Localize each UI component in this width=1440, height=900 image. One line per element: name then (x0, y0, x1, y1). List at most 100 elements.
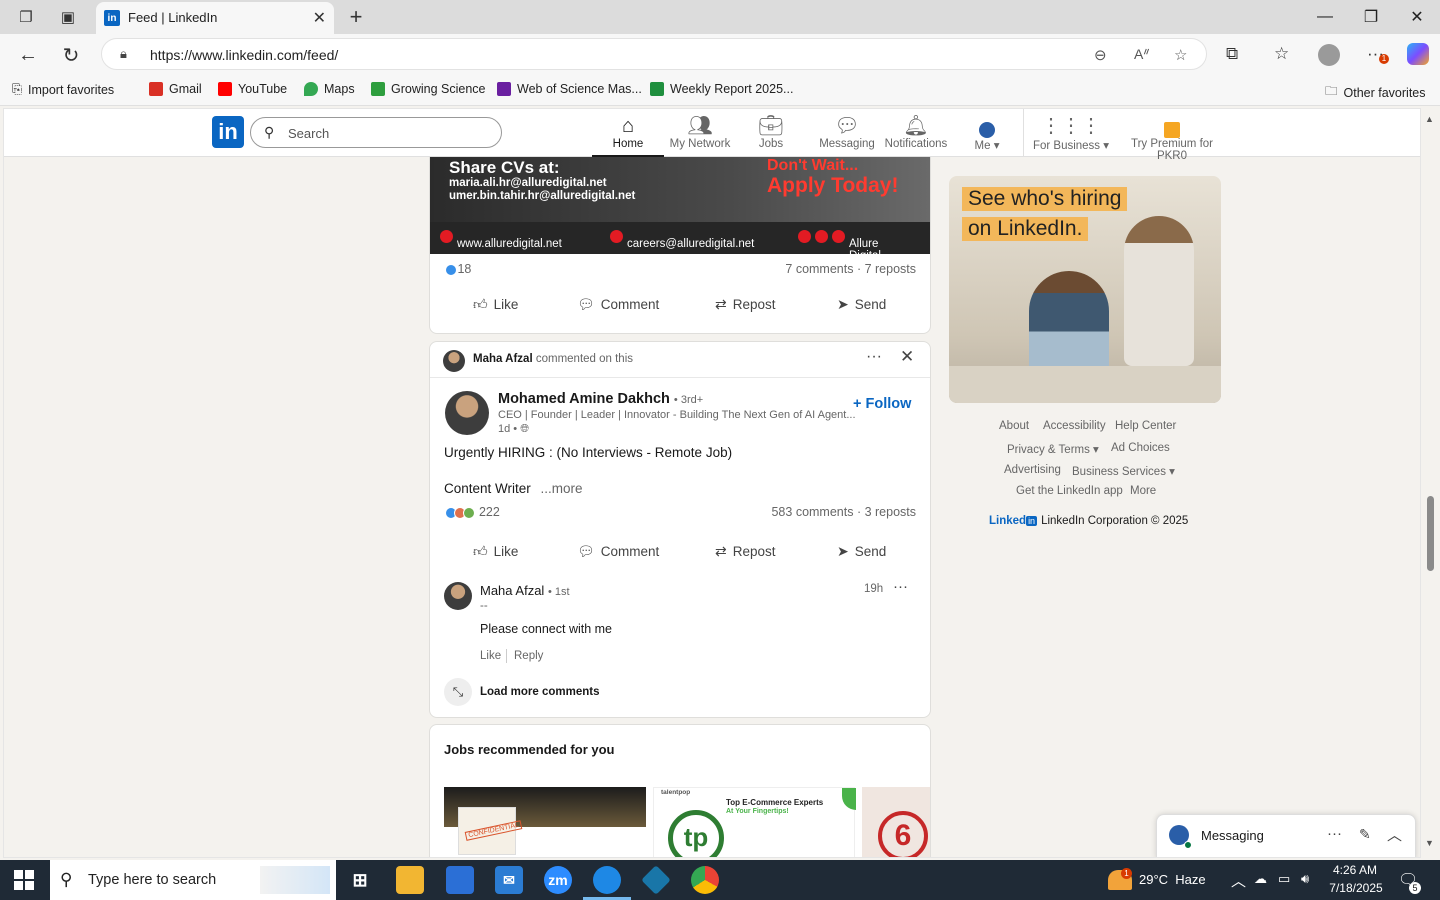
network-tray-icon[interactable]: ☁ (1254, 871, 1267, 887)
back-icon[interactable]: ← (15, 42, 41, 68)
like-button[interactable]: 👍︎ Like (473, 296, 518, 313)
minimize-icon[interactable]: — (1310, 5, 1340, 29)
workspaces-icon[interactable]: ❐ (16, 7, 36, 27)
weather-temp[interactable]: 29°C Haze (1139, 872, 1206, 887)
zoom-icon[interactable]: ⊖ (1094, 46, 1107, 64)
nav-for-business[interactable]: ⋮⋮⋮ For Business ▾ (1032, 112, 1110, 157)
windows-start-icon[interactable] (14, 870, 34, 890)
nav-my-network[interactable]: 👥︎ My Network (666, 112, 734, 157)
author-name[interactable]: Mohamed Amine Dakhch • 3rd+ (498, 391, 703, 407)
favorite-maps[interactable]: Maps (304, 82, 355, 96)
nav-notifications[interactable]: 🔔︎ Notifications (882, 112, 950, 157)
app-diamond-icon[interactable] (641, 865, 671, 895)
more-options-icon[interactable]: ··· (866, 348, 882, 366)
comment-avatar[interactable] (444, 582, 472, 610)
compose-icon[interactable]: ✎ (1359, 826, 1371, 843)
chevron-up-icon[interactable]: ︿ (1231, 870, 1246, 891)
nav-home[interactable]: ⌂ Home (592, 112, 664, 157)
address-bar[interactable]: 🔒︎ https://www.linkedin.com/feed/ ⊖ Aᐥ ☆ (101, 38, 1207, 70)
wifi-icon[interactable]: ▭ (1278, 871, 1290, 887)
tab-actions-icon[interactable]: ▣ (58, 7, 78, 27)
clock-time[interactable]: 4:26 AM (1330, 863, 1380, 877)
footer-advertising[interactable]: Advertising (1004, 464, 1061, 476)
favorites-icon[interactable]: ☆ (1274, 44, 1289, 64)
read-aloud-icon[interactable]: Aᐥ (1134, 46, 1150, 63)
tab-linkedin-feed[interactable]: in Feed | LinkedIn ✕ (96, 2, 334, 34)
favorite-star-icon[interactable]: ☆ (1174, 46, 1187, 64)
footer-help-center[interactable]: Help Center (1115, 420, 1176, 432)
scroll-up-icon[interactable]: ▲ (1425, 114, 1434, 124)
favorite-youtube[interactable]: YouTube (218, 82, 287, 96)
post-image[interactable]: Share CVs at: maria.ali.hr@alluredigital… (430, 150, 930, 254)
volume-icon[interactable]: 🔊︎ (1301, 871, 1309, 887)
post-stats[interactable]: 7 comments · 7 reposts (785, 262, 916, 276)
scrollbar-thumb[interactable] (1427, 496, 1434, 571)
follow-button[interactable]: + Follow (853, 396, 911, 412)
close-window-icon[interactable]: ✕ (1402, 5, 1432, 29)
search-input[interactable]: ⚲ Search (250, 117, 502, 148)
comment-button[interactable]: 💬︎ Comment (577, 543, 659, 560)
nav-premium[interactable]: Try Premium for PKR0 (1116, 112, 1228, 162)
job-card-2[interactable]: talentpop Top E-Commerce Experts At Your… (653, 787, 856, 857)
new-tab-icon[interactable]: + (346, 4, 366, 29)
reactions-count[interactable]: 18 (445, 262, 471, 276)
file-explorer-icon[interactable] (396, 866, 424, 894)
chevron-up-icon[interactable]: ︿ (1387, 824, 1402, 845)
load-more-comments[interactable]: Load more comments (480, 686, 600, 698)
nav-messaging[interactable]: 💬︎ Messaging (812, 112, 882, 157)
profile-avatar[interactable] (1318, 44, 1340, 66)
like-button[interactable]: 👍︎ Like (473, 543, 518, 560)
linkedin-logo-icon[interactable]: in (212, 116, 244, 148)
favorite-import[interactable]: ⎘ Import favorites (12, 82, 114, 97)
mail-icon[interactable]: ✉ (495, 866, 523, 894)
url-text[interactable]: https://www.linkedin.com/feed/ (150, 47, 338, 63)
messaging-more-icon[interactable]: ··· (1327, 825, 1342, 842)
reactions-count[interactable]: 222 (445, 505, 500, 519)
nav-me[interactable]: Me ▾ (962, 112, 1012, 157)
favorite-gmail[interactable]: Gmail (149, 82, 202, 96)
restore-icon[interactable]: ❐ (1356, 5, 1386, 29)
footer-about[interactable]: About (999, 420, 1029, 432)
other-favorites[interactable]: 🗀 Other favorites (1325, 82, 1426, 103)
job-card-1[interactable]: CONFIDENTIAL (444, 787, 646, 857)
repost-button[interactable]: ⇄ Repost (715, 543, 776, 560)
author-avatar[interactable] (445, 391, 489, 435)
footer-get-app[interactable]: Get the LinkedIn app (1016, 485, 1123, 497)
footer-business-services[interactable]: Business Services ▾ (1072, 464, 1175, 478)
close-icon[interactable]: ✕ (900, 347, 914, 367)
scroll-down-icon[interactable]: ▼ (1425, 838, 1434, 848)
expand-icon[interactable]: ⤡ (444, 678, 472, 706)
comment-author[interactable]: Maha Afzal • 1st (480, 583, 570, 598)
repost-button[interactable]: ⇄ Repost (715, 296, 776, 313)
footer-privacy-terms[interactable]: Privacy & Terms ▾ (1007, 442, 1099, 456)
chrome-icon[interactable] (691, 866, 719, 894)
clock-date[interactable]: 7/18/2025 (1328, 881, 1384, 895)
page-scrollbar[interactable]: ▲ ▼ (1421, 108, 1440, 858)
nav-jobs[interactable]: 💼︎ Jobs (746, 112, 796, 157)
send-button[interactable]: ➤ Send (837, 543, 886, 560)
comment-like-link[interactable]: Like (480, 650, 501, 662)
task-view-icon[interactable]: ⊞ (346, 866, 374, 894)
store-icon[interactable] (446, 866, 474, 894)
edge-icon[interactable] (593, 866, 621, 894)
messaging-overlay[interactable]: Messaging ··· ✎ ︿ (1156, 814, 1416, 857)
extensions-icon[interactable]: ⧉ (1226, 44, 1238, 64)
ad-see-whos-hiring[interactable]: See who's hiring on LinkedIn. (949, 176, 1221, 403)
taskbar-search[interactable]: ⚲ Type here to search (50, 860, 336, 900)
footer-accessibility[interactable]: Accessibility (1043, 420, 1106, 432)
comment-button[interactable]: 💬︎ Comment (577, 296, 659, 313)
favorite-weekly-report[interactable]: Weekly Report 2025... (650, 82, 793, 96)
close-tab-icon[interactable]: ✕ (313, 8, 326, 28)
lock-icon[interactable]: 🔒︎ (120, 46, 127, 62)
refresh-icon[interactable]: ↻ (58, 42, 84, 68)
copilot-icon[interactable] (1407, 43, 1429, 65)
see-more-link[interactable]: ...more (541, 481, 583, 496)
footer-more[interactable]: More (1130, 485, 1156, 497)
favorite-web-of-science[interactable]: Web of Science Mas... (497, 82, 642, 96)
send-button[interactable]: ➤ Send (837, 296, 886, 313)
favorite-growing-science[interactable]: Growing Science (371, 82, 486, 96)
comment-more-icon[interactable]: ··· (893, 578, 908, 595)
comment-reply-link[interactable]: Reply (514, 650, 543, 662)
job-card-3[interactable]: 6 (862, 787, 930, 857)
post-stats[interactable]: 583 comments · 3 reposts (771, 505, 916, 519)
